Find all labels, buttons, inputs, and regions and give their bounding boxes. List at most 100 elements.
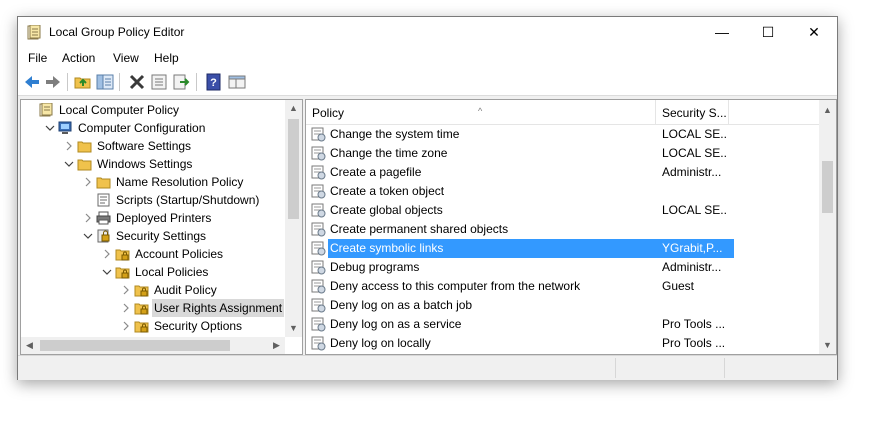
script-icon [97, 193, 110, 207]
menu-action[interactable]: Action [62, 51, 95, 65]
column-header-policy[interactable]: Policy ^ [306, 100, 656, 124]
policy-name: Change the system time [330, 127, 460, 141]
locked-folder-icon [134, 303, 149, 315]
chevron-right-icon[interactable] [64, 141, 74, 151]
help-icon[interactable]: ? [205, 73, 223, 91]
policy-row[interactable]: Deny log on as a service Pro Tools ... [306, 315, 819, 334]
tree-item-label: Account Policies [135, 247, 224, 261]
tree-vertical-scrollbar[interactable]: ▲ ▼ [285, 100, 302, 337]
tree-item[interactable]: Software Settings [21, 137, 285, 155]
delete-icon[interactable] [128, 73, 146, 91]
policy-row[interactable]: Change the time zone LOCAL SE... [306, 144, 819, 163]
chevron-down-icon[interactable] [64, 159, 74, 169]
scroll-left-arrow-icon[interactable]: ◀ [21, 337, 38, 354]
column-header-security[interactable]: Security S... [656, 100, 729, 124]
tree-item[interactable]: Local Policies [21, 263, 285, 281]
chevron-down-icon[interactable] [102, 267, 112, 277]
back-icon[interactable] [23, 73, 41, 91]
forward-icon[interactable] [44, 73, 62, 91]
close-button[interactable]: ✕ [791, 17, 837, 47]
folder-icon [77, 141, 92, 153]
security-setting: YGrabit,P... [658, 239, 734, 258]
sort-ascending-icon: ^ [478, 106, 483, 116]
security-setting: Pro Tools ... [662, 336, 726, 350]
menu-file[interactable]: File [28, 51, 47, 65]
policy-setting-icon [311, 127, 326, 142]
tree-item[interactable]: Account Policies [21, 245, 285, 263]
tree-item-label: Security Options [154, 319, 243, 333]
tree-item[interactable]: User Rights Assignment [21, 299, 285, 317]
menu-help[interactable]: Help [154, 51, 179, 65]
folder-icon [77, 159, 92, 171]
tree-pane[interactable]: Local Computer Policy Computer Configurat… [20, 99, 303, 355]
list-vertical-scrollbar[interactable]: ▲ ▼ [819, 100, 836, 354]
policy-row[interactable]: Change the system time LOCAL SE... [306, 125, 819, 144]
show-hide-tree-icon[interactable] [96, 73, 114, 91]
chevron-right-icon[interactable] [83, 177, 93, 187]
tree-horizontal-scrollbar[interactable]: ◀ ▶ [21, 337, 285, 354]
minimize-button[interactable]: — [699, 17, 745, 47]
up-folder-icon[interactable] [74, 73, 92, 91]
policy-row[interactable]: Create permanent shared objects [306, 220, 819, 239]
tree-item[interactable]: Name Resolution Policy [21, 173, 285, 191]
chevron-down-icon[interactable] [83, 231, 93, 241]
tree-item-label: Deployed Printers [116, 211, 212, 225]
chevron-down-icon[interactable] [45, 123, 55, 133]
export-list-icon[interactable] [172, 73, 190, 91]
column-header-policy-label: Policy [312, 106, 345, 120]
chevron-right-icon[interactable] [102, 249, 112, 259]
status-divider [724, 358, 725, 378]
list-scroll-thumb[interactable] [822, 161, 833, 213]
tree-item[interactable]: Security Options [21, 317, 285, 335]
policy-row[interactable]: Deny access to this computer from the ne… [306, 277, 819, 296]
tree-scroll-thumb[interactable] [288, 119, 299, 219]
tree-item[interactable]: Scripts (Startup/Shutdown) [21, 191, 285, 209]
policy-editor-icon [27, 25, 41, 40]
toolbar-separator [67, 73, 68, 91]
tree-item-label: Windows Settings [97, 157, 193, 171]
policy-row[interactable]: Deny log on as a batch job [306, 296, 819, 315]
policy-setting-icon [311, 336, 326, 351]
tree-item[interactable]: Deployed Printers [21, 209, 285, 227]
chevron-right-icon[interactable] [83, 213, 93, 223]
scroll-right-arrow-icon[interactable]: ▶ [268, 337, 285, 354]
menu-view[interactable]: View [113, 51, 139, 65]
policy-name: Create symbolic links [328, 239, 658, 258]
scroll-up-arrow-icon[interactable]: ▲ [285, 100, 302, 117]
policy-row[interactable]: Deny log on locally Pro Tools ... [306, 334, 819, 353]
policy-row[interactable]: Debug programs Administr... [306, 258, 819, 277]
policy-row[interactable]: Create symbolic links YGrabit,P... [306, 239, 819, 258]
tree-item[interactable]: Security Settings [21, 227, 285, 245]
scroll-down-arrow-icon[interactable]: ▼ [285, 320, 302, 337]
tree-item[interactable]: Audit Policy [21, 281, 285, 299]
scroll-up-arrow-icon[interactable]: ▲ [819, 102, 836, 119]
tree-item-label: Local Computer Policy [59, 103, 180, 117]
policy-list-pane[interactable]: Policy ^ Security S... Change the system… [305, 99, 837, 355]
security-setting: LOCAL SE... [662, 127, 726, 141]
scroll-down-arrow-icon[interactable]: ▼ [819, 337, 836, 354]
tree-item[interactable]: Computer Configuration [21, 119, 285, 137]
tree-item[interactable]: Windows Settings [21, 155, 285, 173]
security-setting: Pro Tools ... [662, 317, 726, 331]
security-setting: LOCAL SE... [662, 146, 726, 160]
policy-row[interactable]: Create a token object [306, 182, 819, 201]
policy-row[interactable]: Create global objects LOCAL SE... [306, 201, 819, 220]
maximize-button[interactable]: ☐ [745, 17, 791, 47]
chevron-right-icon[interactable] [121, 321, 131, 331]
tree-hscroll-thumb[interactable] [40, 340, 230, 351]
tree-item[interactable]: Local Computer Policy [21, 101, 285, 119]
printer-icon [96, 211, 111, 225]
status-divider [615, 358, 616, 378]
tree-item-label: Audit Policy [154, 283, 217, 297]
chevron-right-icon[interactable] [121, 303, 131, 313]
toolbar: ? [18, 69, 837, 96]
toolbar-separator [196, 73, 197, 91]
policy-name: Create global objects [330, 203, 443, 217]
policy-setting-icon [311, 260, 326, 275]
properties-icon[interactable] [150, 73, 168, 91]
status-bar [18, 355, 837, 380]
chevron-right-icon[interactable] [121, 285, 131, 295]
policy-row[interactable]: Create a pagefile Administr... [306, 163, 819, 182]
app-window: Local Group Policy Editor — ☐ ✕ File Act… [17, 16, 838, 380]
view-icon[interactable] [228, 73, 246, 91]
